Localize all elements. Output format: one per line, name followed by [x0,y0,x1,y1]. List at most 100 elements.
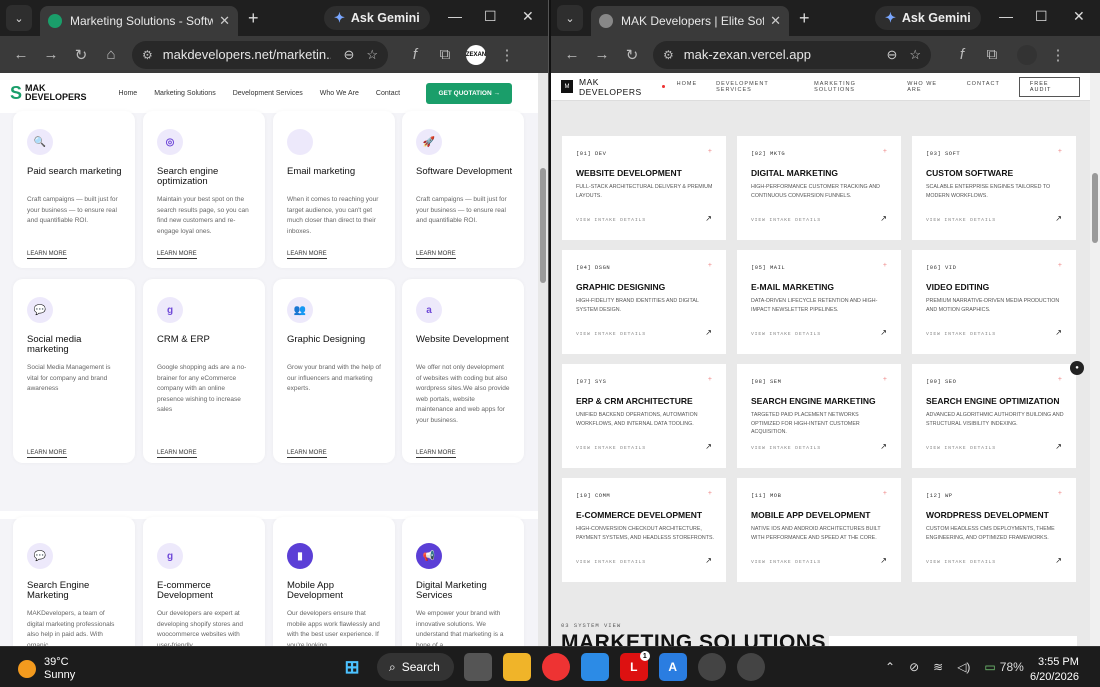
home-icon[interactable]: ⌂ [96,46,126,63]
service-card[interactable]: a Website Development We offer not only de… [402,279,524,463]
bookmark-star-icon[interactable]: ☆ [909,47,921,63]
service-card[interactable]: [09] SEO + SEARCH ENGINE OPTIMIZATION Advan… [912,364,1076,468]
learn-more-link[interactable]: LEARN MORE [157,450,197,458]
site-info-icon[interactable]: ⚙ [663,48,674,62]
logo-mark[interactable]: M [561,80,573,93]
nav-development-services[interactable]: Development Services [233,90,303,97]
arrow-up-right-icon[interactable]: ↗ [1055,556,1062,565]
service-card[interactable]: [10] COMM + E-COMMERCE DEVELOPMENT High-con… [562,478,726,582]
file-explorer-icon[interactable] [502,653,531,681]
service-card[interactable]: [07] SYS + ERP & CRM ARCHITECTURE Unified b… [562,364,726,468]
task-view-icon[interactable] [463,653,492,681]
arrow-up-right-icon[interactable]: ↗ [705,556,712,565]
service-card[interactable]: [11] MOB + MOBILE APP DEVELOPMENT Native iO… [737,478,901,582]
learn-more-link[interactable]: LEARN MORE [157,251,197,259]
view-intake-details-link[interactable]: VIEW INTAKE DETAILS [576,218,646,223]
arrow-up-right-icon[interactable]: ↗ [880,442,887,451]
service-card[interactable]: 🚀 Software Development Craft campaigns — b… [402,111,524,268]
service-card[interactable]: 📢 Digital Marketing Services We empower yo… [402,517,524,646]
service-card[interactable]: g E-commerce Development Our developers ar… [143,517,265,646]
forward-icon[interactable]: → [587,46,617,63]
service-card[interactable]: [02] MKTG + DIGITAL MARKETING High-performa… [737,136,901,240]
app-a-icon[interactable]: A [658,653,687,681]
windows-start-icon[interactable]: ⊞ [338,653,366,681]
maximize-icon[interactable]: ☐ [1035,8,1048,25]
get-quotation-button[interactable]: GET QUOTATION → [426,82,512,104]
active-tab[interactable]: Marketing Solutions - Software ✕ [40,6,238,36]
site-logo[interactable]: S MAK DEVELOPERS [10,83,87,104]
nav-development-services[interactable]: DEVELOPMENT SERVICES [716,81,795,93]
menu-dots-icon[interactable]: ⋮ [1043,46,1073,64]
profile-avatar[interactable]: ZEXAN [466,44,486,65]
minimize-icon[interactable]: — [448,8,462,24]
back-icon[interactable]: ← [6,46,36,63]
learn-more-link[interactable]: LEARN MORE [287,251,327,259]
zoom-icon[interactable]: ⊖ [886,47,897,63]
reload-icon[interactable]: ↻ [617,46,647,64]
service-card[interactable]: 👥 Graphic Designing Grow your brand with t… [273,279,395,463]
learn-more-link[interactable]: LEARN MORE [416,251,456,259]
formula-extension-icon[interactable]: f [400,46,430,63]
view-intake-details-link[interactable]: VIEW INTAKE DETAILS [751,560,821,565]
address-bar[interactable]: ⚙ makdevelopers.net/marketin... ⊖ ☆ [132,40,388,69]
nav-contact[interactable]: Contact [376,90,400,97]
service-card[interactable]: g CRM & ERP Google shopping ads are a no-b… [143,279,265,463]
service-card[interactable]: ▮ Mobile App Development Our developers en… [273,517,395,646]
view-intake-details-link[interactable]: VIEW INTAKE DETAILS [751,446,821,451]
arrow-up-right-icon[interactable]: ↗ [1055,442,1062,451]
service-card[interactable]: [01] DEV + WEBSITE DEVELOPMENT Full-stack a… [562,136,726,240]
learn-more-link[interactable]: LEARN MORE [287,450,327,458]
address-bar[interactable]: ⚙ mak-zexan.vercel.app ⊖ ☆ [653,40,931,69]
close-tab-icon[interactable]: ✕ [770,13,781,29]
view-intake-details-link[interactable]: VIEW INTAKE DETAILS [926,218,996,223]
chrome-profile-2-icon[interactable] [736,653,765,681]
site-info-icon[interactable]: ⚙ [142,48,153,62]
minimize-icon[interactable]: — [999,8,1013,24]
service-card[interactable]: Email marketing When it comes to reaching… [273,111,395,268]
service-card[interactable]: [03] SOFT + CUSTOM SOFTWARE Scalable enterp… [912,136,1076,240]
forward-icon[interactable]: → [36,46,66,63]
arrow-up-right-icon[interactable]: ↗ [880,328,887,337]
service-card[interactable]: [05] MAIL + E-MAIL MARKETING Data-driven li… [737,250,901,354]
service-card[interactable]: 💬 Social media marketing Social Media Mana… [13,279,135,463]
nav-home[interactable]: Home [119,90,138,97]
nav-contact[interactable]: CONTACT [967,81,1000,93]
view-intake-details-link[interactable]: VIEW INTAKE DETAILS [751,332,821,337]
scrollbar-thumb[interactable] [1092,173,1098,243]
nav-home[interactable]: HOME [677,81,698,93]
nav-who-we-are[interactable]: Who We Are [320,90,359,97]
service-card[interactable]: 🔍 Paid search marketing Craft campaigns — … [13,111,135,268]
view-intake-details-link[interactable]: VIEW INTAKE DETAILS [926,446,996,451]
pen-icon[interactable]: ⊘ [909,660,919,674]
left-scrollbar[interactable] [538,73,548,646]
view-intake-details-link[interactable]: VIEW INTAKE DETAILS [576,446,646,451]
wifi-icon[interactable]: ≋ [933,660,943,674]
service-card[interactable]: [06] VID + VIDEO EDITING Premium narrative-… [912,250,1076,354]
service-card[interactable]: [12] WP + WORDPRESS DEVELOPMENT Custom head… [912,478,1076,582]
arrow-up-right-icon[interactable]: ↗ [880,214,887,223]
right-scrollbar[interactable] [1090,73,1100,646]
chrome-icon[interactable] [541,653,570,681]
scrollbar-thumb[interactable] [540,168,546,283]
microsoft-store-icon[interactable] [580,653,609,681]
clock[interactable]: 3:55 PM 6/20/2026 [1030,655,1079,685]
arrow-up-right-icon[interactable]: ↗ [880,556,887,565]
arrow-up-right-icon[interactable]: ↗ [1055,214,1062,223]
weather-widget[interactable]: 39°C Sunny [18,656,75,682]
nav-who-we-are[interactable]: WHO WE ARE [907,81,947,93]
view-intake-details-link[interactable]: VIEW INTAKE DETAILS [576,332,646,337]
nav-marketing-solutions[interactable]: MARKETING SOLUTIONS [814,81,888,93]
free-audit-button[interactable]: FREE AUDIT [1018,76,1080,97]
service-card[interactable]: [08] SEM + SEARCH ENGINE MARKETING Targeted… [737,364,901,468]
close-window-icon[interactable]: ✕ [522,8,534,25]
ask-gemini-button[interactable]: ✦ Ask Gemini [324,6,430,30]
battery-icon[interactable]: ▭ [984,660,995,674]
reload-icon[interactable]: ↻ [66,46,96,64]
app-l-icon[interactable]: L1 [619,651,650,681]
back-icon[interactable]: ← [557,46,587,63]
formula-extension-icon[interactable]: f [947,46,977,63]
view-intake-details-link[interactable]: VIEW INTAKE DETAILS [751,218,821,223]
chrome-profile-1-icon[interactable] [697,653,726,681]
view-intake-details-link[interactable]: VIEW INTAKE DETAILS [926,332,996,337]
extensions-icon[interactable]: ⧉ [977,46,1007,63]
